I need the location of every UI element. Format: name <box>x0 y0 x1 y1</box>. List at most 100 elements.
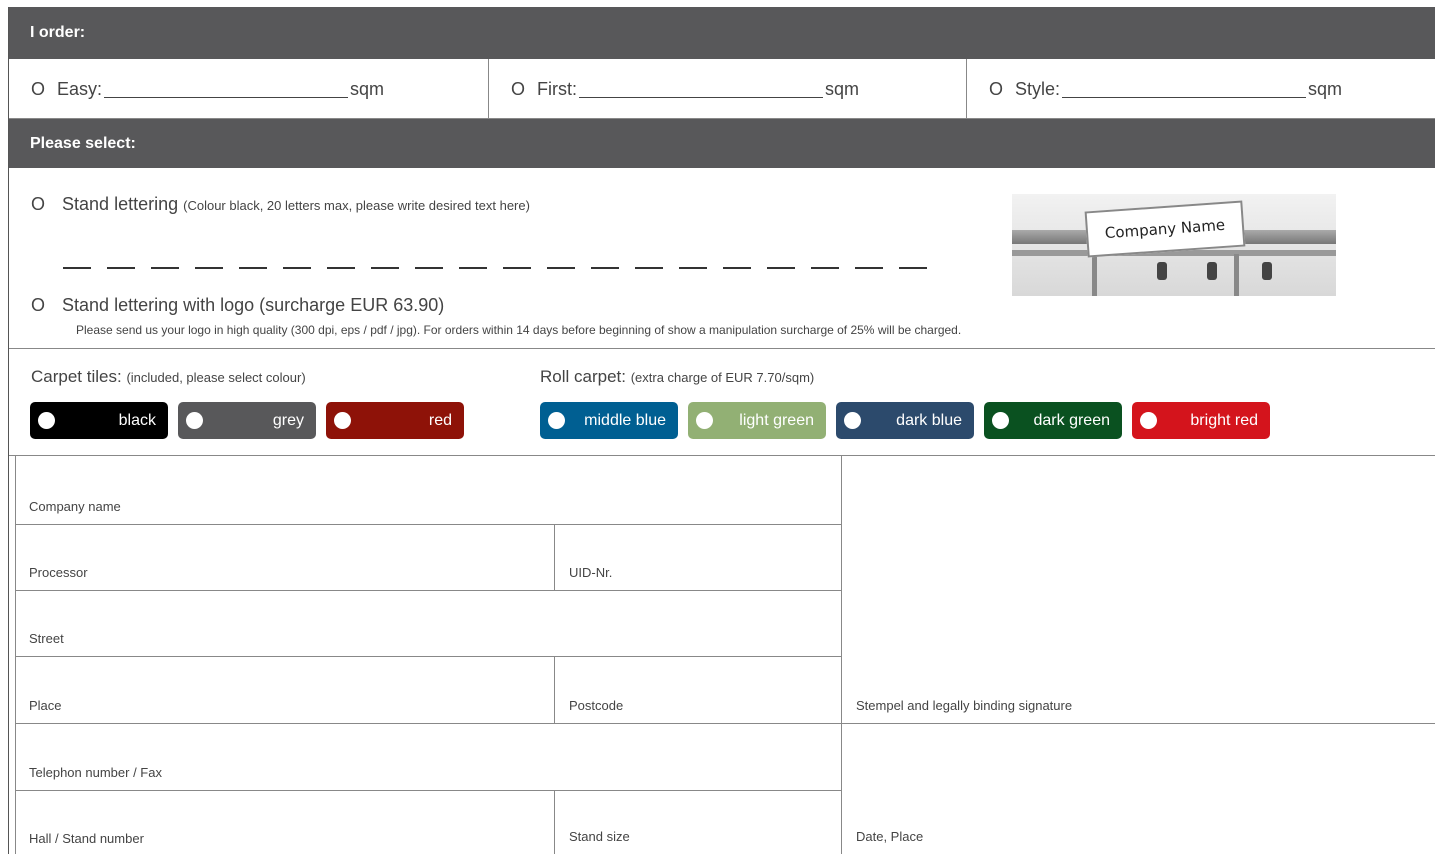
letter-slot[interactable] <box>547 267 575 269</box>
carpet-tiles-note: (included, please select colour) <box>126 370 306 385</box>
order-option-unit: sqm <box>1308 78 1343 99</box>
street-field[interactable]: Street <box>15 591 842 657</box>
carpet-tile-red[interactable]: red <box>326 402 464 439</box>
radio-dot-icon <box>844 412 861 429</box>
place-field[interactable]: Place <box>15 657 555 724</box>
sqm-input[interactable] <box>104 80 349 98</box>
letter-slot[interactable] <box>415 267 443 269</box>
order-form: I order: O Easy: sqm O First: sqm O Styl… <box>8 7 1435 854</box>
letter-slot[interactable] <box>327 267 355 269</box>
swatch-label: bright red <box>1190 411 1258 429</box>
swatch-label: dark green <box>1033 411 1111 429</box>
letter-slot[interactable] <box>239 267 267 269</box>
select-header: Please select: <box>9 119 1435 168</box>
carpet-tiles-title: Carpet tiles: (included, please select c… <box>31 367 306 387</box>
letter-slot[interactable] <box>503 267 531 269</box>
hall-stand-field[interactable]: Hall / Stand number <box>15 791 555 854</box>
logo-note: Please send us your logo in high quality… <box>76 323 962 337</box>
radio-dot-icon <box>696 412 713 429</box>
radio-circle-icon[interactable]: O <box>31 194 45 214</box>
letter-slots[interactable] <box>63 267 927 269</box>
radio-circle-icon[interactable]: O <box>31 295 45 315</box>
order-option-label: Easy: <box>57 78 103 99</box>
roll-carpet-light-green[interactable]: light green <box>688 402 826 439</box>
processor-field[interactable]: Processor <box>15 525 555 591</box>
stand-size-field[interactable]: Stand size <box>555 791 842 854</box>
letter-slot[interactable] <box>151 267 179 269</box>
uid-field[interactable]: UID-Nr. <box>555 525 842 591</box>
carpet-section: Carpet tiles: (included, please select c… <box>9 349 1435 456</box>
letter-slot[interactable] <box>679 267 707 269</box>
sqm-input[interactable] <box>579 80 824 98</box>
field-label: Stand size <box>569 829 630 844</box>
postcode-field[interactable]: Postcode <box>555 657 842 724</box>
stand-lettering-logo-option[interactable]: O Stand lettering with logo (surcharge E… <box>31 295 444 316</box>
letter-slot[interactable] <box>283 267 311 269</box>
telephone-field[interactable]: Telephon number / Fax <box>15 724 842 791</box>
stand-lettering-logo-label: Stand lettering with logo (surcharge EUR… <box>62 295 445 315</box>
swatch-label: dark blue <box>896 411 962 429</box>
order-option-easy[interactable]: O Easy: sqm <box>9 59 489 119</box>
radio-circle-icon[interactable]: O <box>31 79 45 100</box>
radio-dot-icon <box>992 412 1009 429</box>
swatch-label: middle blue <box>584 411 666 429</box>
letter-slot[interactable] <box>63 267 91 269</box>
field-label: UID-Nr. <box>569 565 613 580</box>
contact-form-grid: Company name Processor UID-Nr. Street Pl… <box>15 456 1435 854</box>
field-label: Postcode <box>569 698 624 713</box>
field-label: Hall / Stand number <box>29 831 144 846</box>
roll-carpet-dark-blue[interactable]: dark blue <box>836 402 974 439</box>
radio-dot-icon <box>38 412 55 429</box>
roll-carpet-label: Roll carpet: <box>540 367 626 386</box>
field-label: Telephon number / Fax <box>29 765 162 780</box>
roll-carpet-dark-green[interactable]: dark green <box>984 402 1122 439</box>
carpet-tile-grey[interactable]: grey <box>178 402 316 439</box>
order-header: I order: <box>9 7 1435 59</box>
field-label: Place <box>29 698 62 713</box>
field-label: Stempel and legally binding signature <box>856 698 1073 713</box>
select-title: Please select: <box>30 134 136 152</box>
letter-slot[interactable] <box>591 267 619 269</box>
radio-circle-icon[interactable]: O <box>511 79 525 100</box>
stand-lettering-label: Stand lettering <box>62 194 179 214</box>
carpet-tiles-label: Carpet tiles: <box>31 367 122 386</box>
swatch-label: light green <box>739 411 814 429</box>
company-name-field[interactable]: Company name <box>15 456 842 525</box>
letter-slot[interactable] <box>767 267 795 269</box>
letter-slot[interactable] <box>459 267 487 269</box>
order-options-row: O Easy: sqm O First: sqm O Style: sqm <box>9 59 1435 119</box>
swatch-label: grey <box>272 411 304 429</box>
swatch-label: black <box>118 411 156 429</box>
radio-dot-icon <box>186 412 203 429</box>
order-option-label: First: <box>537 78 578 99</box>
stand-lettering-note: (Colour black, 20 letters max, please wr… <box>183 198 530 213</box>
stand-lettering-option[interactable]: O Stand lettering (Colour black, 20 lett… <box>31 194 530 215</box>
letter-slot[interactable] <box>635 267 663 269</box>
stand-lettering-section: O Stand lettering (Colour black, 20 lett… <box>9 168 1435 349</box>
date-place-field[interactable]: Date, Place <box>842 724 1435 854</box>
stand-lettering-image: Company Name <box>1012 194 1336 296</box>
roll-carpet-bright-red[interactable]: bright red <box>1132 402 1270 439</box>
signature-field[interactable]: Stempel and legally binding signature <box>842 456 1435 724</box>
roll-carpet-note: (extra charge of EUR 7.70/sqm) <box>630 370 815 385</box>
sqm-input[interactable] <box>1062 80 1307 98</box>
letter-slot[interactable] <box>107 267 135 269</box>
field-label: Date, Place <box>856 829 924 844</box>
letter-slot[interactable] <box>723 267 751 269</box>
letter-slot[interactable] <box>811 267 839 269</box>
radio-circle-icon[interactable]: O <box>989 79 1003 100</box>
order-option-first[interactable]: O First: sqm <box>489 59 967 119</box>
order-option-unit: sqm <box>825 78 860 99</box>
radio-dot-icon <box>548 412 565 429</box>
letter-slot[interactable] <box>899 267 927 269</box>
sign-board: Company Name <box>1084 200 1246 258</box>
letter-slot[interactable] <box>195 267 223 269</box>
field-label: Processor <box>29 565 88 580</box>
order-option-label: Style: <box>1015 78 1061 99</box>
letter-slot[interactable] <box>371 267 399 269</box>
field-label: Street <box>29 631 64 646</box>
order-option-style[interactable]: O Style: sqm <box>967 59 1435 119</box>
roll-carpet-middle-blue[interactable]: middle blue <box>540 402 678 439</box>
letter-slot[interactable] <box>855 267 883 269</box>
carpet-tile-black[interactable]: black <box>30 402 168 439</box>
